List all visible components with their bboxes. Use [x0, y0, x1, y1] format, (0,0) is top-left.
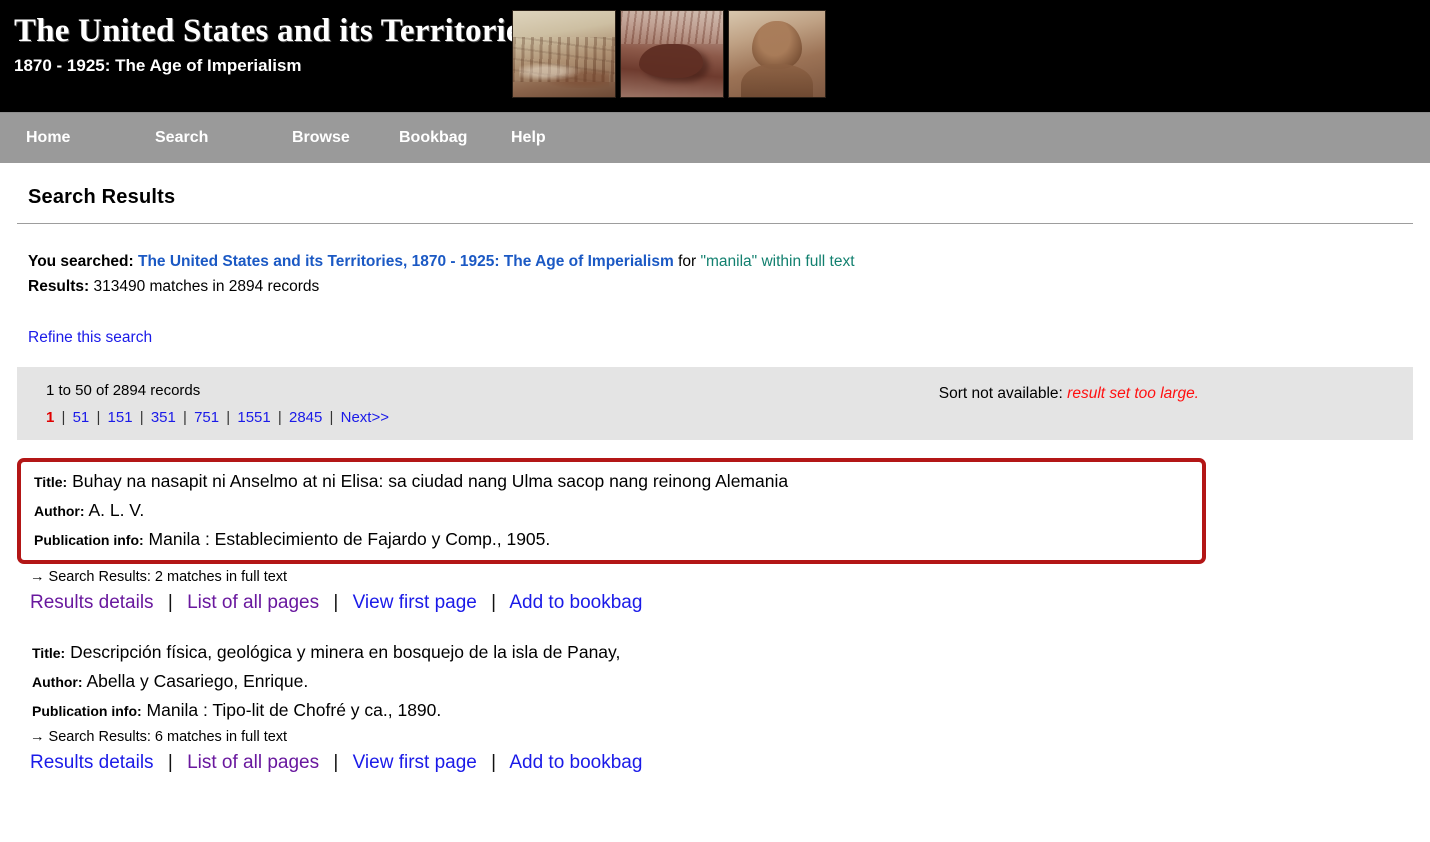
pagination-next-link[interactable]: Next>>	[341, 409, 389, 426]
record-title-row: Title: Descripción física, geológica y m…	[32, 638, 1430, 667]
title-label: Title:	[34, 474, 68, 490]
results-label: Results:	[28, 278, 90, 295]
results-count-line: Results: 313490 matches in 2894 records	[28, 274, 1430, 299]
refine-search-wrapper: Refine this search	[28, 329, 1430, 347]
publication-info-label: Publication info:	[32, 703, 142, 719]
nav-item-bookbag[interactable]: Bookbag	[399, 129, 511, 147]
soldiers-in-field-photo	[512, 10, 616, 98]
pagination-separator: |	[226, 409, 231, 426]
pagination-separator: |	[183, 409, 187, 426]
record-author: Abella y Casariego, Enrique.	[86, 671, 309, 691]
site-subtitle: 1870 - 1925: The Age of Imperialism	[14, 56, 302, 75]
action-separator: |	[167, 752, 173, 773]
pagination: 1 | 51 | 151 | 351 | 751 | 1551 | 2845 |…	[46, 405, 389, 430]
record-publication-row: Publication info: Manila : Tipo-lit de C…	[32, 696, 1430, 725]
results-navigation-box: 1 to 50 of 2894 records 1 | 51 | 151 | 3…	[17, 367, 1413, 440]
action-separator: |	[491, 592, 497, 613]
record-publication-info: Manila : Tipo-lit de Chofré y ca., 1890.	[146, 700, 442, 720]
record-title: Descripción física, geológica y minera e…	[70, 642, 621, 662]
results-list: Title: Buhay na nasapit ni Anselmo at ni…	[0, 458, 1430, 778]
action-separator: |	[491, 752, 497, 773]
author-label: Author:	[32, 674, 83, 690]
record-author: A. L. V.	[88, 500, 145, 520]
title-divider	[17, 223, 1413, 224]
action-separator: |	[333, 592, 339, 613]
result-record: Title: Buhay na nasapit ni Anselmo at ni…	[0, 458, 1430, 618]
action-separator: |	[167, 592, 173, 613]
record-metadata-box: Title: Buhay na nasapit ni Anselmo at ni…	[17, 458, 1206, 564]
record-actions: Results details | List of all pages | Vi…	[30, 748, 1430, 778]
portrait-of-man-photo	[728, 10, 826, 98]
record-matches-line: → Search Results: 2 matches in full text	[30, 569, 288, 585]
main-navigation: Home Search Browse Bookbag Help	[0, 112, 1430, 163]
site-title: The United States and its Territories	[14, 13, 534, 49]
page-content: Search Results You searched: The United …	[0, 186, 1430, 778]
list-of-all-pages-link[interactable]: List of all pages	[187, 592, 319, 613]
nav-item-browse[interactable]: Browse	[292, 129, 399, 147]
pagination-separator: |	[96, 409, 101, 426]
record-matches-line: → Search Results: 6 matches in full text	[30, 729, 288, 745]
author-label: Author:	[34, 503, 85, 519]
pagination-page-151[interactable]: 151	[108, 409, 133, 426]
record-actions: Results details | List of all pages | Vi…	[30, 588, 1430, 618]
pagination-page-751[interactable]: 751	[194, 409, 219, 426]
title-label: Title:	[32, 645, 66, 661]
collection-link[interactable]: The United States and its Territories, 1…	[138, 253, 674, 270]
results-details-link[interactable]: Results details	[30, 752, 154, 773]
result-record: Title: Descripción física, geológica y m…	[0, 638, 1430, 778]
action-separator: |	[333, 752, 339, 773]
pagination-current-page: 1	[46, 409, 55, 426]
results-range-text: 1 to 50 of 2894 records	[46, 382, 201, 399]
record-author-row: Author: A. L. V.	[34, 496, 1202, 525]
you-searched-label: You searched:	[28, 253, 134, 270]
view-first-page-link[interactable]: View first page	[353, 752, 477, 773]
sort-status-label: Sort not available:	[938, 385, 1063, 402]
record-publication-info: Manila : Establecimiento de Fajardo y Co…	[148, 529, 551, 549]
record-title: Buhay na nasapit ni Anselmo at ni Elisa:…	[72, 471, 789, 491]
record-publication-row: Publication info: Manila : Establecimien…	[34, 525, 1202, 554]
record-title-row: Title: Buhay na nasapit ni Anselmo at ni…	[34, 467, 1202, 496]
results-details-link[interactable]: Results details	[30, 592, 154, 613]
list-of-all-pages-link[interactable]: List of all pages	[187, 752, 319, 773]
water-buffalo-photo	[620, 10, 724, 98]
nav-item-home[interactable]: Home	[26, 129, 155, 147]
pagination-page-51[interactable]: 51	[73, 409, 90, 426]
results-nav-left: 1 to 50 of 2894 records 1 | 51 | 151 | 3…	[46, 379, 389, 430]
nav-item-help[interactable]: Help	[511, 129, 546, 147]
search-scope: within full text	[761, 253, 855, 270]
for-word: for	[678, 253, 697, 270]
pagination-page-2845[interactable]: 2845	[289, 409, 322, 426]
refine-search-link[interactable]: Refine this search	[28, 329, 152, 346]
record-metadata-box: Title: Descripción física, geológica y m…	[0, 638, 1430, 725]
query-term: "manila"	[700, 253, 758, 270]
pagination-page-1551[interactable]: 1551	[237, 409, 270, 426]
sort-status: Sort not available: result set too large…	[939, 385, 1199, 403]
banner-photo-strip	[512, 10, 826, 98]
nav-item-search[interactable]: Search	[155, 129, 292, 147]
publication-info-label: Publication info:	[34, 532, 144, 548]
add-to-bookbag-link[interactable]: Add to bookbag	[509, 592, 642, 613]
pagination-page-351[interactable]: 351	[151, 409, 176, 426]
pagination-separator: |	[277, 409, 282, 426]
page-title: Search Results	[28, 186, 176, 208]
results-count-text: 313490 matches in 2894 records	[93, 278, 320, 295]
pagination-separator: |	[329, 409, 334, 426]
banner-text-group: The United States and its Territories 18…	[14, 12, 534, 77]
search-summary: You searched: The United States and its …	[28, 249, 1430, 299]
pagination-separator: |	[61, 409, 66, 426]
add-to-bookbag-link[interactable]: Add to bookbag	[509, 752, 642, 773]
pagination-separator: |	[139, 409, 144, 426]
sort-status-note: result set too large.	[1067, 385, 1199, 402]
site-banner: The United States and its Territories 18…	[0, 0, 1430, 112]
record-author-row: Author: Abella y Casariego, Enrique.	[32, 667, 1430, 696]
view-first-page-link[interactable]: View first page	[353, 592, 477, 613]
search-summary-line: You searched: The United States and its …	[28, 249, 1430, 274]
